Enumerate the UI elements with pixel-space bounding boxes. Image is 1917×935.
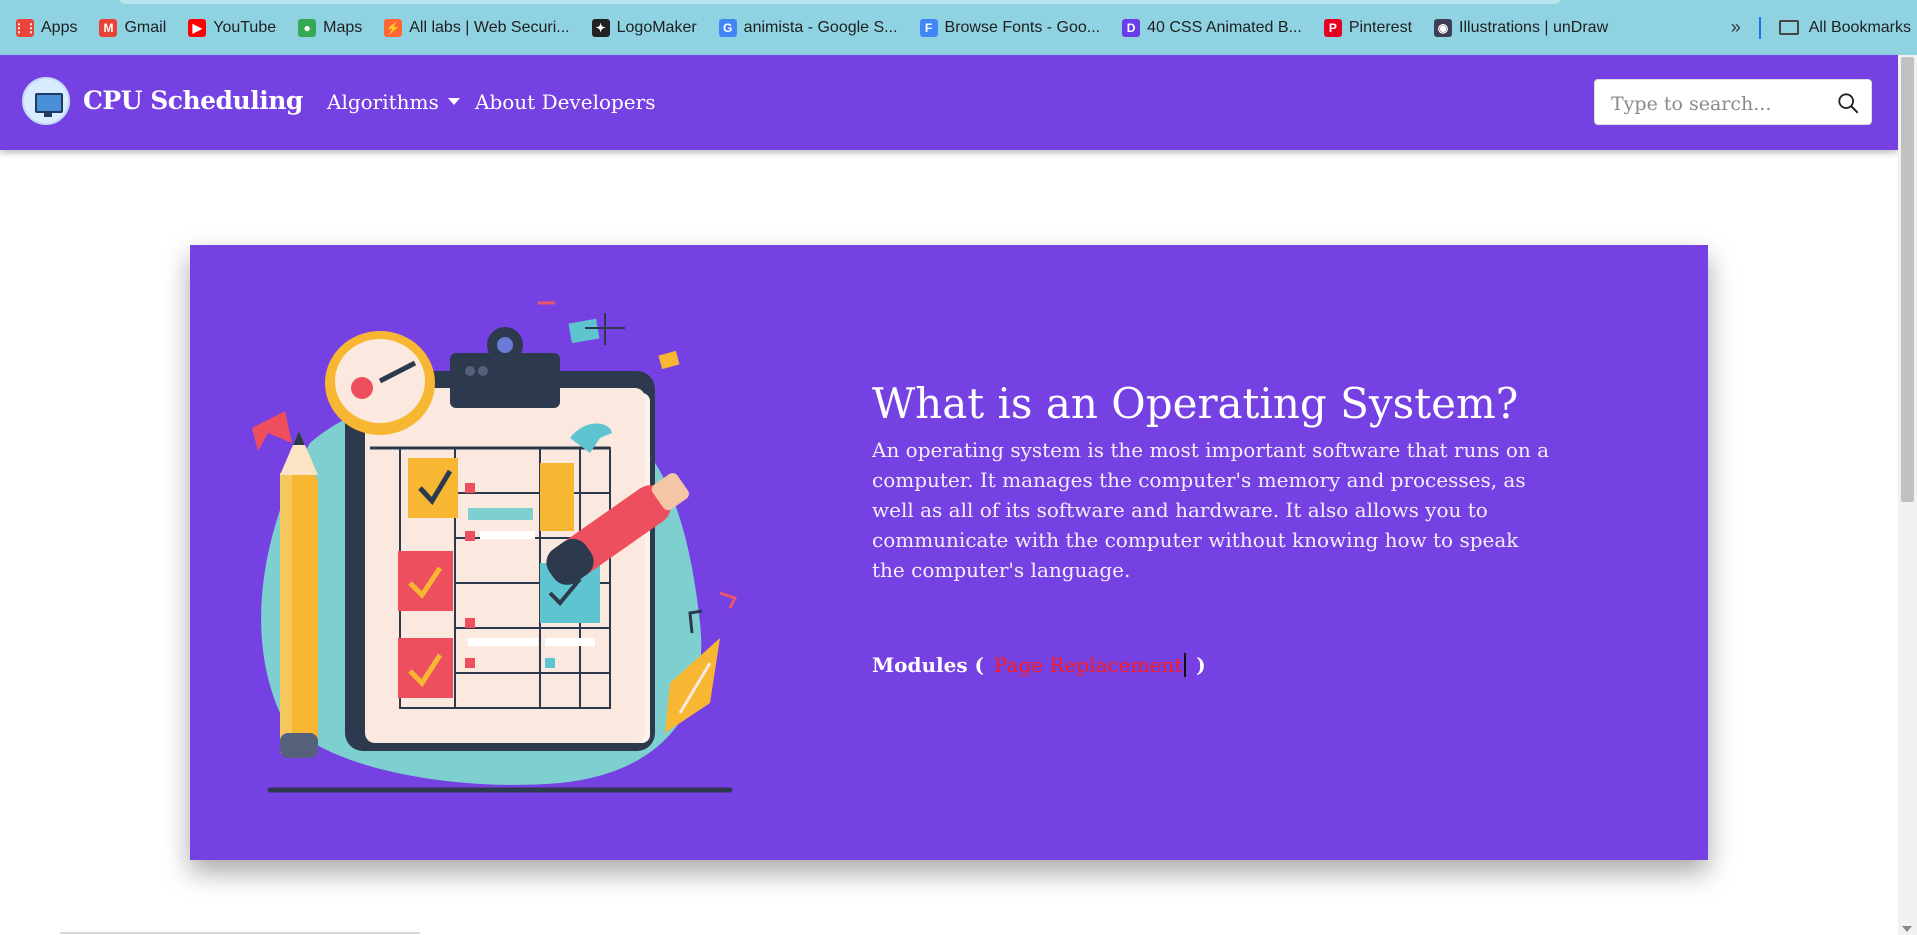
divider: [1758, 16, 1761, 39]
youtube-icon: ▶: [188, 18, 207, 37]
nav-algorithms-dropdown[interactable]: Algorithms: [327, 90, 460, 114]
nav-algorithms-label: Algorithms: [327, 90, 439, 114]
bookmark-label: YouTube: [213, 18, 277, 36]
hero-title: What is an Operating System?: [872, 379, 1519, 428]
bookmarks-right: » All Bookmarks: [1731, 0, 1911, 55]
bookmark-label: Maps: [323, 18, 363, 36]
bookmark-label: Pinterest: [1348, 18, 1413, 36]
search-icon[interactable]: [1837, 92, 1859, 114]
bookmark-label: All labs | Web Securi...: [409, 18, 570, 36]
logomaker-icon: ✦: [591, 18, 610, 37]
apps-grid-icon: ⋮⋮: [13, 18, 37, 37]
site-icon: D: [1122, 18, 1141, 37]
modules-close: ): [1196, 653, 1206, 677]
bookmark-label: Apps: [41, 18, 78, 36]
bookmark-list: ⋮⋮ Apps M Gmail ▶ YouTube ● Maps ⚡ All labs | Web…: [0, 0, 1630, 55]
bookmark-item[interactable]: ✦ LogoMaker: [591, 18, 697, 37]
bookmark-item[interactable]: D 40 CSS Animated B...: [1122, 18, 1302, 37]
folder-icon: [1778, 20, 1799, 35]
bookmark-item[interactable]: F Browse Fonts - Goo...: [919, 18, 1101, 37]
google-fonts-icon: F: [919, 18, 938, 37]
bookmark-label: Illustrations | unDraw: [1459, 18, 1609, 36]
bookmarks-bar: ⋮⋮ Apps M Gmail ▶ YouTube ● Maps ⚡ All labs | Web…: [0, 0, 1917, 55]
bookmark-item[interactable]: M Gmail: [99, 18, 167, 37]
modules-line: Modules ( Page Replacement): [872, 652, 1206, 679]
nav-about-developers[interactable]: About Developers: [475, 90, 655, 114]
gmail-icon: M: [99, 18, 118, 37]
bookmark-label: 40 CSS Animated B...: [1147, 18, 1302, 36]
search-box: [1594, 79, 1872, 125]
hero-card: What is an Operating System? An operatin…: [190, 245, 1708, 860]
portswigger-icon: ⚡: [384, 18, 403, 37]
checklist-clipboard-illustration: [252, 301, 738, 793]
bookmark-label: Gmail: [124, 18, 167, 36]
bookmark-item[interactable]: ▶ YouTube: [188, 18, 277, 37]
all-bookmarks-button[interactable]: All Bookmarks: [1809, 19, 1911, 37]
search-input[interactable]: [1609, 90, 1833, 118]
bookmark-label: animista - Google S...: [743, 18, 898, 36]
brand-logo-monitor-icon[interactable]: [22, 77, 70, 125]
scroll-down-arrow-icon[interactable]: [1902, 926, 1912, 932]
bookmark-label: Browse Fonts - Goo...: [944, 18, 1101, 36]
bookmark-label: LogoMaker: [616, 18, 697, 36]
bookmark-item[interactable]: ◉ Illustrations | unDraw: [1434, 18, 1609, 37]
pinterest-icon: P: [1323, 18, 1342, 37]
scrollbar-thumb[interactable]: [1901, 57, 1914, 502]
google-icon: G: [718, 18, 737, 37]
caret-down-icon: [447, 98, 460, 105]
bookmark-item[interactable]: ⚡ All labs | Web Securi...: [384, 18, 570, 37]
brand-name[interactable]: CPU Scheduling: [83, 86, 303, 115]
hero-description: An operating system is the most importan…: [872, 438, 1550, 582]
navbar: CPU Scheduling Algorithms About Develope…: [0, 55, 1898, 150]
bookmark-item[interactable]: Ganimista - Google S...: [718, 18, 898, 37]
page-bottom-divider: [60, 932, 420, 934]
module-link-page-replacement[interactable]: Page Replacement: [994, 653, 1182, 677]
maps-pin-icon: ●: [298, 18, 317, 37]
text-cursor: [1184, 652, 1187, 677]
undraw-icon: ◉: [1434, 18, 1453, 37]
bookmark-item[interactable]: P Pinterest: [1323, 18, 1413, 37]
modules-label: Modules (: [872, 653, 985, 677]
scrollbar[interactable]: [1898, 55, 1917, 935]
bookmark-item[interactable]: ⋮⋮ Apps: [13, 18, 78, 37]
overflow-chevron-icon[interactable]: »: [1731, 17, 1741, 38]
bookmark-item[interactable]: ● Maps: [298, 18, 363, 37]
